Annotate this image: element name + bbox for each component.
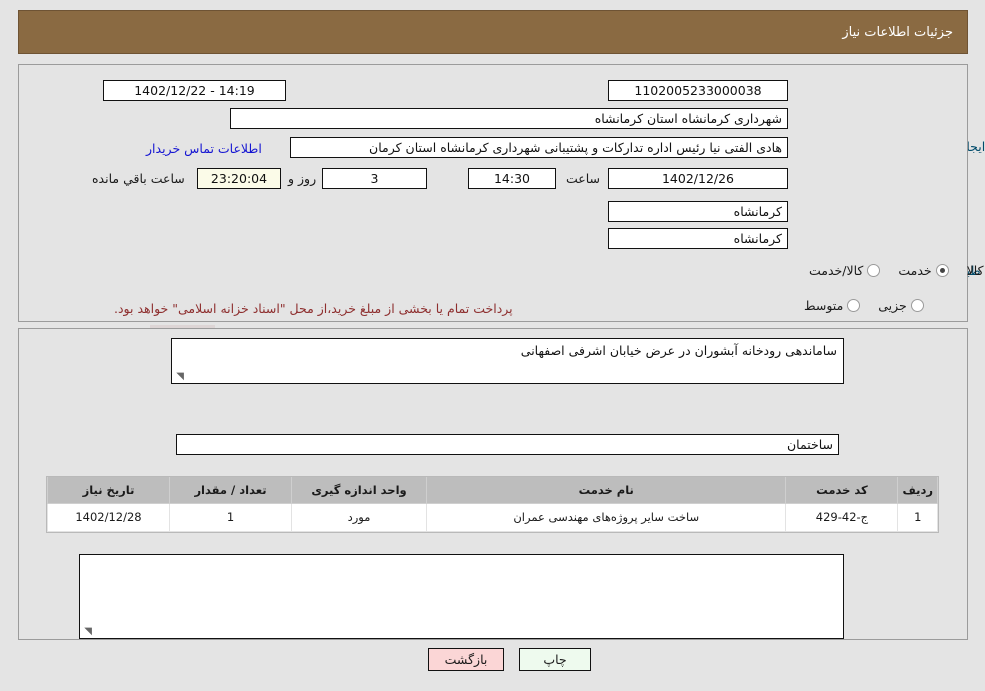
- general-description-text: ساماندهی رودخانه آبشوران در عرض خیابان ا…: [520, 343, 837, 358]
- col-unit: واحد اندازه گیری: [291, 477, 427, 504]
- delivery-province-field[interactable]: کرمانشاه: [608, 201, 788, 222]
- print-button[interactable]: چاپ: [519, 648, 591, 671]
- cell-name: ساخت سایر پروژه‌های مهندسی عمران: [425, 502, 787, 532]
- buyer-org-field[interactable]: شهرداری کرمانشاه استان کرمانشاه: [230, 108, 788, 129]
- page-title: جزئیات اطلاعات نیاز: [842, 24, 953, 40]
- deadline-days-label: روز و: [288, 171, 317, 186]
- creator-field[interactable]: هادی الفتی نیا رئیس اداره تدارکات و پشتی…: [290, 137, 788, 158]
- deadline-days-field[interactable]: 3: [322, 168, 427, 189]
- payment-note: پرداخت تمام یا بخشی از مبلغ خرید،از محل …: [114, 301, 513, 316]
- cell-date: 1402/12/28: [47, 502, 170, 532]
- purchase-radio-jozii[interactable]: [910, 299, 924, 312]
- page-root: AnaTender.net جزئیات اطلاعات نیاز شماره …: [0, 0, 985, 691]
- col-code: کد خدمت: [785, 477, 899, 504]
- category-option-label-1: خدمت: [898, 263, 932, 278]
- services-table: ردیف کد خدمت نام خدمت واحد اندازه گیری ت…: [47, 477, 938, 532]
- general-description-textarea[interactable]: ساماندهی رودخانه آبشوران در عرض خیابان ا…: [171, 338, 844, 384]
- cell-index: 1: [897, 502, 938, 532]
- category-option-label-2: کالا/خدمت: [809, 263, 864, 278]
- purchase-option-label-1: متوسط: [804, 298, 844, 313]
- col-date: تاریخ نیاز: [47, 477, 170, 504]
- table-row[interactable]: 1 ج-42-429 ساخت سایر پروژه‌های مهندسی عم…: [47, 502, 938, 532]
- deadline-date-field[interactable]: 1402/12/26: [608, 168, 788, 189]
- announce-datetime-field[interactable]: 14:19 - 1402/12/22: [103, 80, 286, 101]
- purchase-option-label-0: جزیی: [878, 298, 907, 313]
- table-header-row: ردیف کد خدمت نام خدمت واحد اندازه گیری ت…: [47, 477, 938, 504]
- services-table-wrapper: ردیف کد خدمت نام خدمت واحد اندازه گیری ت…: [46, 476, 939, 533]
- cell-unit: مورد: [291, 502, 427, 532]
- deadline-time-label: ساعت: [566, 171, 601, 186]
- page-header: جزئیات اطلاعات نیاز: [18, 10, 968, 54]
- buyer-notes-textarea[interactable]: ◥: [79, 554, 844, 639]
- col-index: ردیف: [897, 477, 938, 504]
- category-radio-group: کالا خدمت کالا/خدمت: [795, 263, 985, 278]
- col-name: نام خدمت: [425, 477, 787, 504]
- need-number-field[interactable]: 1102005233000038: [608, 80, 788, 101]
- resize-grip-icon[interactable]: ◥: [174, 372, 184, 382]
- delivery-city-field[interactable]: کرمانشاه: [608, 228, 788, 249]
- deadline-time-field[interactable]: 14:30: [468, 168, 556, 189]
- remaining-hours-label: ساعت باقي مانده: [92, 171, 185, 186]
- category-radio-kala-khedmat[interactable]: [867, 264, 881, 277]
- service-group-field[interactable]: ساختمان: [176, 434, 839, 455]
- purchase-radio-motavasset[interactable]: [847, 299, 861, 312]
- resize-grip-icon-notes[interactable]: ◥: [82, 627, 92, 637]
- col-quantity: تعداد / مقدار: [169, 477, 292, 504]
- back-button[interactable]: بازگشت: [428, 648, 504, 671]
- cell-code: ج-42-429: [785, 502, 899, 532]
- buyer-contact-link[interactable]: اطلاعات تماس خریدار: [146, 141, 262, 156]
- need-info-panel: [18, 64, 968, 322]
- countdown-timer-field: 23:20:04: [197, 168, 281, 189]
- category-option-label-0: کالا: [966, 263, 984, 278]
- cell-quantity: 1: [169, 502, 292, 532]
- purchase-type-radio-group: جزیی متوسط: [790, 298, 924, 313]
- category-radio-khedmat[interactable]: [935, 264, 949, 277]
